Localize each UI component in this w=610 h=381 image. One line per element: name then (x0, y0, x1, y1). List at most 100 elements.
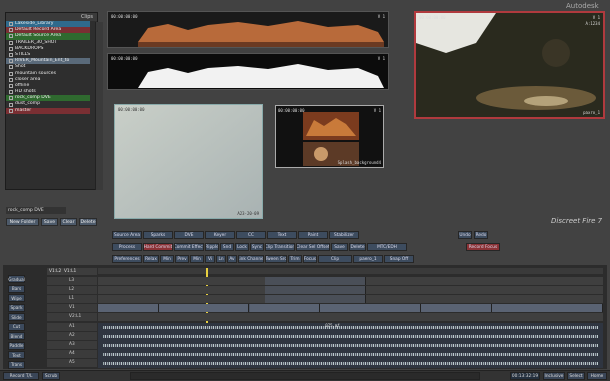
folder-icon (9, 34, 13, 39)
composite-viewer[interactable]: 00:00:00:00 V 1 Splash_background4 (275, 105, 384, 168)
control-button[interactable]: Focus (303, 255, 317, 263)
library-row[interactable]: master (6, 107, 90, 114)
control-button[interactable]: Clear Sel Offset (296, 243, 330, 251)
video-track[interactable] (98, 277, 603, 285)
channel-label[interactable]: A3 (47, 341, 97, 349)
transition-button[interactable]: Spark (8, 303, 25, 312)
video-track[interactable] (98, 304, 603, 312)
transition-button[interactable]: Text (8, 351, 25, 359)
control-button[interactable]: Lock (235, 243, 249, 251)
undo-button[interactable]: Undo (458, 231, 472, 239)
control-button[interactable]: Preferences (112, 255, 142, 263)
control-button[interactable]: Source Area (112, 231, 142, 239)
clip-segment[interactable] (98, 304, 159, 312)
folder-icon (9, 77, 13, 82)
transition-button[interactable]: Bars (8, 284, 25, 293)
new-folder-button[interactable]: New Folder (6, 218, 39, 226)
control-button[interactable]: Av (227, 255, 237, 263)
transition-button[interactable]: Paddle (8, 341, 25, 350)
sky-clip-viewer[interactable]: 00:00:00:00 A23-20-09 (114, 104, 263, 219)
channel-label[interactable]: L1 (47, 295, 97, 303)
control-button[interactable]: Min (160, 255, 174, 263)
inclusive-button[interactable]: Inclusive (543, 372, 565, 380)
transition-button[interactable]: Gradual (8, 275, 25, 283)
timeline-scrollbar[interactable] (130, 372, 480, 380)
record-viewer[interactable]: 00:00:00:00 V 1 A:1234 paxro_1 (414, 11, 605, 119)
control-button[interactable]: Link Channel (238, 255, 264, 263)
timeline-ruler[interactable] (98, 268, 603, 274)
control-button[interactable]: Vi (205, 255, 215, 263)
control-button[interactable]: Keyer (205, 231, 235, 239)
channel-label[interactable]: A5 (47, 359, 97, 367)
transition-button[interactable]: Wipe (8, 294, 25, 302)
clip-segment[interactable] (421, 304, 492, 312)
control-button[interactable]: Sync (250, 243, 264, 251)
control-button[interactable]: paero_1 (353, 255, 383, 263)
control-button[interactable]: Tween Src (265, 255, 287, 263)
control-button[interactable]: Clip (318, 255, 352, 263)
control-button[interactable]: Delete (349, 243, 366, 251)
clip-segment[interactable] (264, 277, 366, 285)
clip-segment[interactable] (158, 304, 250, 312)
channel-label[interactable]: L3 (47, 277, 97, 285)
video-track[interactable] (98, 286, 603, 294)
clip-segment[interactable] (264, 295, 366, 303)
clip-segment[interactable] (264, 286, 366, 294)
control-button[interactable]: MTC/EDH (367, 243, 407, 251)
transition-button[interactable]: Cut (8, 322, 25, 331)
audio-track[interactable] (98, 350, 603, 359)
control-button[interactable]: Snap Off (384, 255, 414, 263)
control-button[interactable]: Save (331, 243, 348, 251)
home-button[interactable]: Home (587, 372, 607, 380)
scrub-button[interactable]: Scrub (42, 372, 60, 380)
source-clip-thumbnail[interactable]: 00:00:00:00 V 1 (107, 11, 389, 48)
video-track[interactable] (98, 295, 603, 303)
channel-label[interactable]: V1 (47, 304, 97, 312)
control-button[interactable]: Clip Transition (265, 243, 295, 251)
control-button[interactable]: Stabilizer (329, 231, 359, 239)
control-button[interactable]: Commit Effect (174, 243, 204, 251)
save-library-button[interactable]: Save (41, 218, 58, 226)
control-button[interactable]: Text (267, 231, 297, 239)
channel-label[interactable]: A2 (47, 332, 97, 340)
audio-track[interactable] (98, 332, 603, 341)
control-button[interactable]: Ln (216, 255, 226, 263)
control-button[interactable]: Process (112, 243, 142, 251)
control-button[interactable]: Prev (175, 255, 189, 263)
clear-library-button[interactable]: Clear (60, 218, 77, 226)
video-track[interactable] (98, 313, 603, 321)
control-button[interactable]: Sparks (143, 231, 173, 239)
control-button[interactable]: Min (190, 255, 204, 263)
control-button[interactable]: Paint (298, 231, 328, 239)
control-button[interactable]: CC (236, 231, 266, 239)
channel-label[interactable]: A4 (47, 350, 97, 358)
library-scrollbar[interactable] (95, 22, 103, 190)
channel-label[interactable]: V2:L1 (47, 313, 97, 321)
record-focus-button[interactable]: Record Focus (466, 243, 500, 251)
control-button[interactable]: DVE (174, 231, 204, 239)
redo-button[interactable]: Redo (474, 231, 488, 239)
delete-library-button[interactable]: Delete (79, 218, 97, 226)
audio-track[interactable] (98, 341, 603, 350)
channel-label[interactable]: L2 (47, 286, 97, 294)
folder-icon (9, 22, 13, 27)
control-button[interactable]: Trim (288, 255, 302, 263)
clip-segment[interactable] (320, 304, 422, 312)
transition-button[interactable]: Blend (8, 332, 25, 340)
select-button[interactable]: Select (567, 372, 585, 380)
transition-button[interactable]: Trans (8, 360, 25, 369)
clip-segment[interactable] (491, 304, 603, 312)
audio-track[interactable] (98, 359, 603, 368)
audio-clip-name: 075.mf (325, 323, 340, 328)
control-button[interactable]: Ripple (205, 243, 219, 251)
channel-label[interactable]: A1 (47, 323, 97, 331)
record-tl-button[interactable]: Record T/L (3, 372, 39, 380)
matte-clip-thumbnail[interactable]: 00:00:00:00 V 1 (107, 53, 389, 90)
control-button[interactable]: Relax (143, 255, 159, 263)
audio-track[interactable]: 075.mf (98, 323, 603, 332)
transition-button[interactable]: Slide (8, 313, 25, 321)
control-button[interactable]: Hard Commit (143, 243, 173, 251)
clip-segment[interactable] (249, 304, 321, 312)
control-button[interactable]: Snd (220, 243, 234, 251)
timecode: 00:00:00:00 (419, 15, 446, 20)
